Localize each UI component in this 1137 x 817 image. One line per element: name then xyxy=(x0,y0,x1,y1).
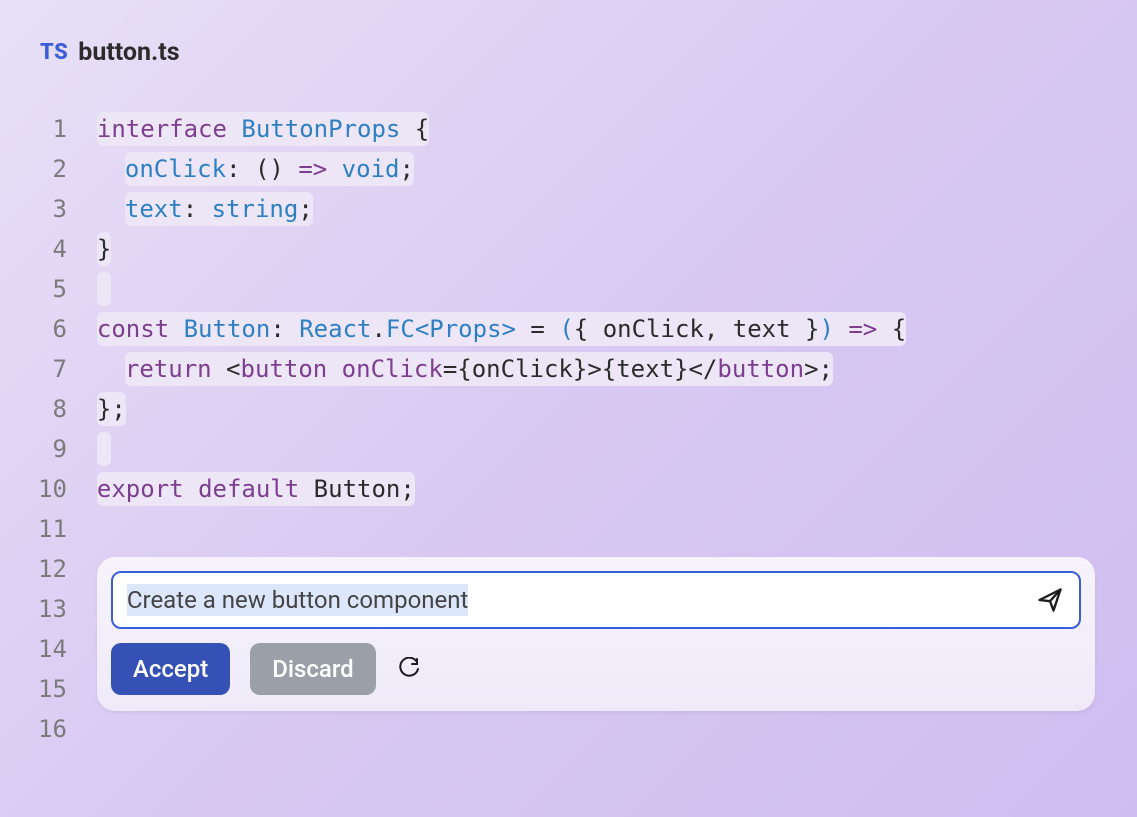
discard-button[interactable]: Discard xyxy=(250,643,375,695)
code-line[interactable]: return <button onClick={onClick}>{text}<… xyxy=(97,349,1107,389)
line-number: 8 xyxy=(52,389,66,429)
line-number: 6 xyxy=(52,309,66,349)
line-number: 2 xyxy=(52,149,66,189)
filename-label: button.ts xyxy=(78,38,179,67)
code-block[interactable]: interface ButtonProps { onClick: () => v… xyxy=(97,109,1107,549)
line-number: 12 xyxy=(38,549,67,589)
line-number: 4 xyxy=(52,229,66,269)
send-icon[interactable] xyxy=(1035,585,1065,615)
code-column[interactable]: interface ButtonProps { onClick: () => v… xyxy=(97,109,1137,749)
code-line[interactable]: export default Button; xyxy=(97,469,1107,509)
code-line[interactable] xyxy=(97,269,1107,309)
code-line[interactable] xyxy=(97,429,1107,469)
code-line[interactable]: onClick: () => void; xyxy=(97,149,1107,189)
accept-button[interactable]: Accept xyxy=(111,643,230,695)
code-line[interactable]: }; xyxy=(97,389,1107,429)
code-line[interactable]: } xyxy=(97,229,1107,269)
code-line[interactable]: const Button: React.FC<Props> = ({ onCli… xyxy=(97,309,1107,349)
prompt-actions: Accept Discard xyxy=(111,643,1081,695)
refresh-icon[interactable] xyxy=(396,656,422,682)
line-number: 5 xyxy=(52,269,66,309)
line-number: 7 xyxy=(52,349,66,389)
line-number: 14 xyxy=(38,629,67,669)
code-editor[interactable]: 1 2 3 4 5 6 7 8 9 10 11 12 13 14 15 16 i… xyxy=(0,109,1137,749)
editor-header: TS button.ts xyxy=(0,0,1137,67)
line-number: 13 xyxy=(38,589,67,629)
line-number: 10 xyxy=(38,469,67,509)
code-line[interactable]: interface ButtonProps { xyxy=(97,109,1107,149)
line-number: 16 xyxy=(38,709,67,749)
prompt-input-container[interactable]: Create a new button component xyxy=(111,571,1081,629)
code-line[interactable]: text: string; xyxy=(97,189,1107,229)
prompt-input[interactable]: Create a new button component xyxy=(127,586,1035,614)
line-number: 3 xyxy=(52,189,66,229)
inline-ai-prompt-panel: Create a new button component Accept Dis… xyxy=(97,557,1095,711)
line-number: 1 xyxy=(52,109,66,149)
typescript-badge-icon: TS xyxy=(40,40,68,65)
line-number: 11 xyxy=(38,509,67,549)
line-number: 9 xyxy=(52,429,66,469)
line-number: 15 xyxy=(38,669,67,709)
line-gutter: 1 2 3 4 5 6 7 8 9 10 11 12 13 14 15 16 xyxy=(38,109,97,749)
code-line[interactable] xyxy=(97,509,1107,549)
